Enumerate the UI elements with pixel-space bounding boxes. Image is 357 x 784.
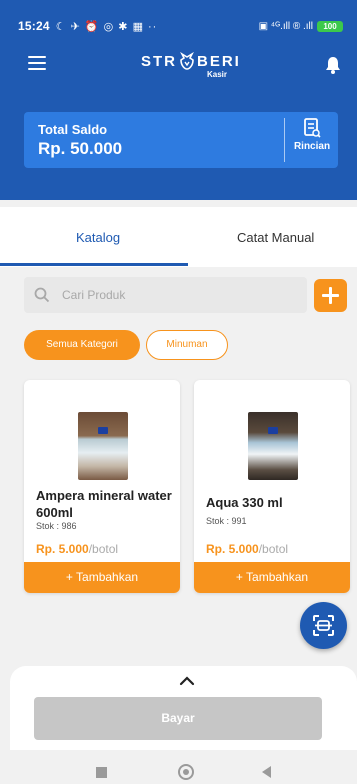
price-amount: Rp. 5.000 — [36, 542, 89, 556]
recent-apps-icon[interactable] — [96, 767, 107, 778]
signal-icons: ▣ ⁴ᴳ.ıll ® .ıll — [258, 20, 313, 32]
status-notification-icons: ☾ ✈ ⏰ ◎ ✱ ▦ ·· — [55, 20, 158, 33]
search-placeholder: Cari Produk — [62, 288, 126, 302]
product-photo — [78, 412, 128, 480]
logo-text-left: STR — [141, 52, 177, 70]
logo-subtitle: Kasir — [207, 70, 228, 79]
chevron-up-icon[interactable] — [178, 676, 196, 686]
product-photo — [248, 412, 298, 480]
saldo-label: Total Saldo — [38, 122, 108, 137]
app-logo: STR BERI Kasir — [141, 52, 251, 79]
top-bar: STR BERI Kasir — [0, 48, 357, 79]
tab-katalog[interactable]: Katalog — [76, 230, 120, 245]
add-product-button[interactable] — [314, 279, 347, 312]
strawberry-logo-icon — [180, 52, 194, 70]
tab-bar: Katalog Catat Manual — [0, 207, 357, 267]
bell-icon[interactable] — [325, 56, 341, 74]
battery-icon: 100 — [317, 20, 343, 32]
product-price: Rp. 5.000/botol — [206, 542, 288, 556]
category-chip-semua[interactable]: Semua Kategori — [24, 330, 140, 360]
status-time: 15:24 — [18, 19, 50, 33]
search-input[interactable]: Cari Produk — [24, 277, 307, 313]
active-tab-indicator — [0, 263, 188, 266]
rincian-label: Rincian — [293, 141, 331, 152]
saldo-card: Total Saldo Rp. 50.000 Rincian — [24, 112, 338, 168]
hamburger-icon[interactable] — [28, 56, 46, 70]
tambahkan-button[interactable]: + Tambahkan — [194, 562, 350, 593]
status-right-icons: ▣ ⁴ᴳ.ıll ® .ıll 100 — [258, 20, 343, 32]
product-card[interactable]: Ampera mineral water 600ml Stok : 986 Rp… — [24, 380, 180, 593]
app-header: 15:24 ☾ ✈ ⏰ ◎ ✱ ▦ ·· ▣ ⁴ᴳ.ıll ® .ıll 100… — [0, 0, 357, 200]
price-amount: Rp. 5.000 — [206, 542, 259, 556]
saldo-value: Rp. 50.000 — [38, 139, 123, 158]
search-icon — [34, 287, 50, 303]
back-icon[interactable] — [262, 766, 271, 778]
product-price: Rp. 5.000/botol — [36, 542, 118, 556]
scan-button[interactable] — [300, 602, 347, 649]
tab-catat-manual[interactable]: Catat Manual — [237, 230, 314, 245]
product-stock: Stok : 991 — [206, 516, 247, 526]
category-chip-minuman[interactable]: Minuman — [146, 330, 228, 360]
saldo-divider — [284, 118, 285, 162]
home-icon[interactable] — [178, 764, 194, 780]
status-bar: 15:24 ☾ ✈ ⏰ ◎ ✱ ▦ ·· ▣ ⁴ᴳ.ıll ® .ıll 100 — [18, 17, 343, 35]
bayar-button[interactable]: Bayar — [34, 697, 322, 740]
price-unit: /botol — [258, 542, 289, 556]
price-unit: /botol — [88, 542, 119, 556]
receipt-icon — [304, 118, 321, 138]
system-nav-bar — [0, 752, 357, 784]
logo-text-right: BERI — [197, 52, 241, 70]
product-name: Aqua 330 ml — [206, 495, 283, 510]
product-card[interactable]: Aqua 330 ml Stok : 991 Rp. 5.000/botol +… — [194, 380, 350, 593]
scan-icon — [313, 615, 334, 636]
tambahkan-button[interactable]: + Tambahkan — [24, 562, 180, 593]
product-name: Ampera mineral water 600ml — [36, 488, 172, 520]
product-stock: Stok : 986 — [36, 521, 77, 531]
rincian-button[interactable]: Rincian — [286, 118, 338, 152]
